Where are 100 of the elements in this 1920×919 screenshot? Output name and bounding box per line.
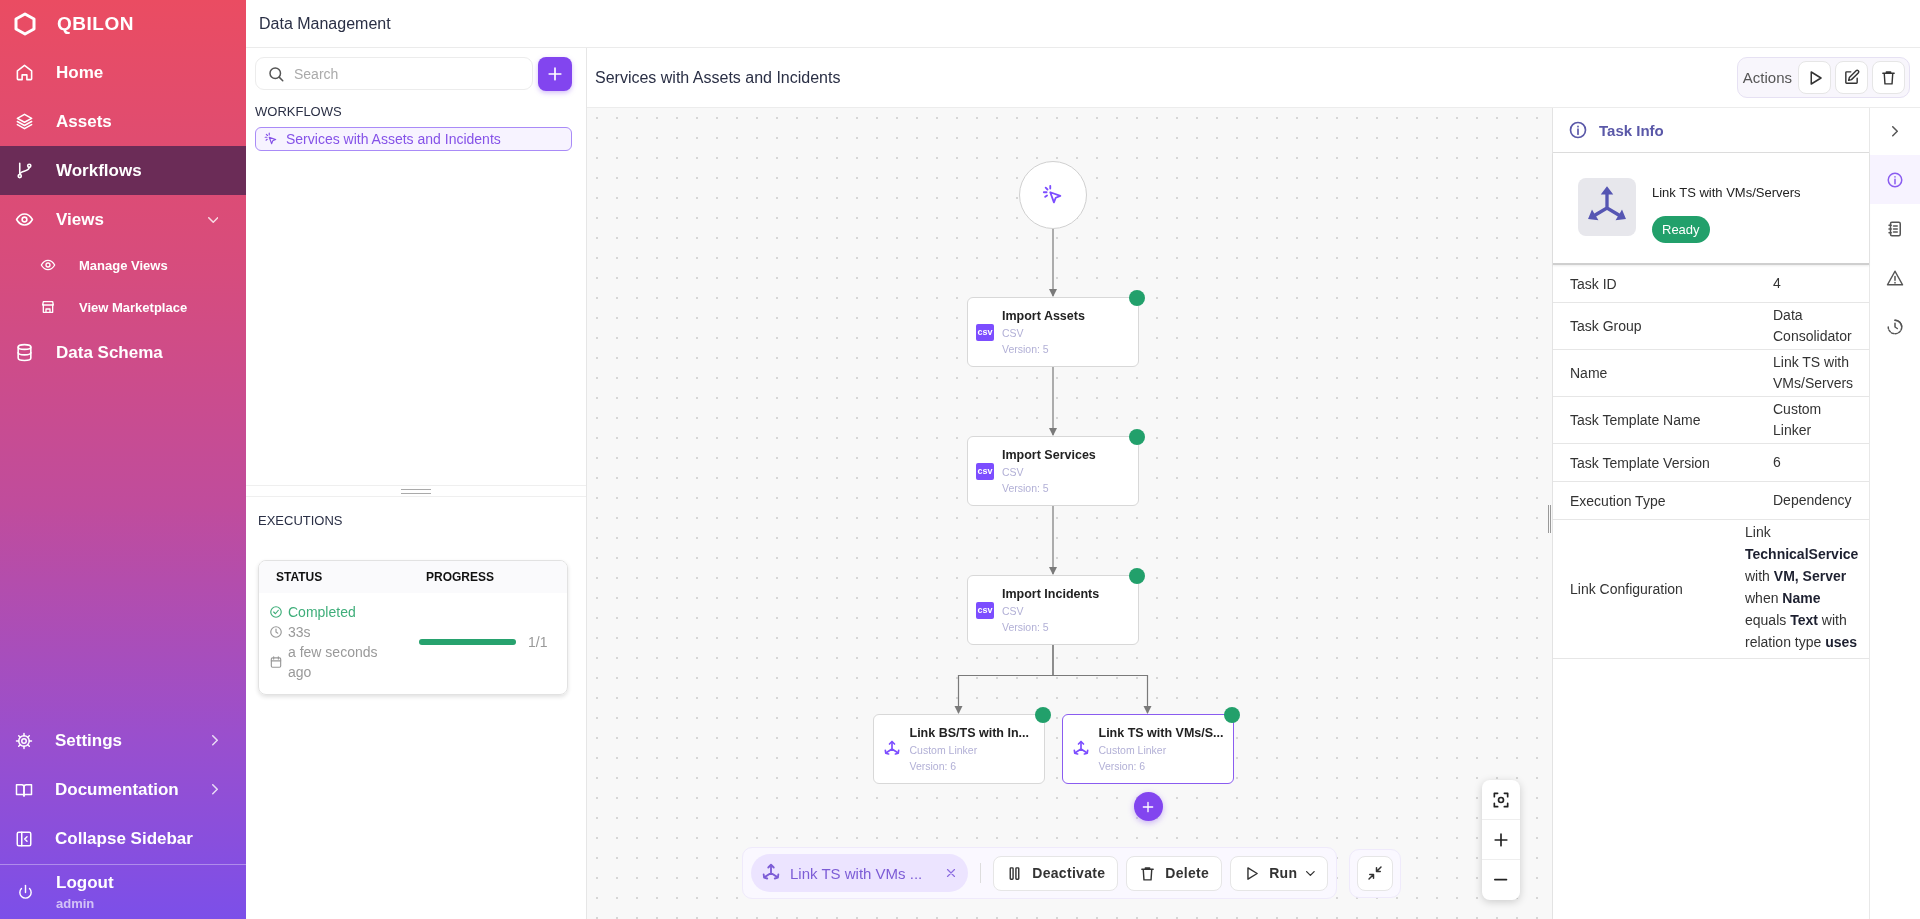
task-node[interactable]: Link BS/TS with In... Custom Linker Version: 6	[872, 714, 1045, 784]
info-icon	[1886, 170, 1904, 189]
section-title: EXECUTIONS	[258, 513, 344, 528]
node-title: Import Assets	[1002, 309, 1085, 323]
nav-subitem[interactable]: View Marketplace	[0, 286, 246, 328]
page-title: Data Management	[259, 14, 391, 33]
add-button[interactable]	[538, 57, 572, 91]
field-label: Task Template Version	[1569, 454, 1711, 471]
trash-icon	[1139, 864, 1157, 882]
gear-icon	[15, 731, 33, 750]
node-version: Version: 5	[1002, 482, 1050, 494]
toolbar-button[interactable]: Deactivate	[993, 855, 1119, 891]
workflow-title: Services with Assets and Incidents	[595, 68, 842, 87]
task-node[interactable]: csv Import Services CSV Version: 5	[967, 436, 1139, 506]
nav-item[interactable]: Documentation	[0, 765, 246, 814]
nav-item[interactable]: Views	[0, 195, 246, 244]
field-label: Task ID	[1569, 275, 1618, 292]
field-label: Execution Type	[1569, 492, 1667, 509]
progress-text: 1/1	[528, 634, 548, 650]
node-title: Link BS/TS with In...	[909, 726, 1029, 740]
time-text: a few seconds ago	[288, 643, 379, 682]
check-circle-icon	[269, 605, 283, 619]
field-value: Link TS with VMs/Servers	[1772, 353, 1855, 393]
chevron-icon	[207, 216, 218, 223]
search-icon	[267, 65, 285, 83]
click-icon	[264, 132, 278, 146]
edit-icon	[1843, 69, 1860, 86]
field-label: Name	[1569, 365, 1609, 381]
workflow-item[interactable]: Services with Assets and Incidents	[255, 127, 572, 151]
shrink-icon	[1366, 864, 1384, 882]
layers-icon	[15, 112, 34, 131]
edit-button[interactable]	[1835, 61, 1868, 94]
field-value: Link TechnicalService with VM, Server when Name equals Text with relation type uses	[1745, 523, 1860, 652]
status-text: Completed	[288, 603, 356, 622]
node-type: CSV	[1002, 327, 1025, 339]
column-header: STATUS	[276, 570, 324, 584]
node-type: CSV	[1002, 466, 1025, 478]
connector-arrow	[1049, 366, 1057, 436]
three-arrows-icon	[1578, 178, 1636, 236]
field-value: Custom Linker	[1772, 400, 1823, 440]
nav-item[interactable]: Workflows	[0, 146, 246, 195]
node-version: Version: 6	[1098, 760, 1147, 772]
task-name: Link TS with VMs/Servers	[1652, 185, 1801, 200]
eye-icon	[15, 210, 34, 229]
minus-icon	[1494, 878, 1508, 882]
toolbar-button[interactable]: Run	[1230, 855, 1328, 891]
csv-badge: csv	[976, 601, 994, 619]
add-node-button[interactable]	[1133, 792, 1163, 821]
selection-chip[interactable]: Link TS with VMs ...	[751, 854, 969, 892]
nav-item[interactable]: Collapse Sidebar	[0, 814, 246, 863]
power-icon	[17, 883, 34, 901]
warning-icon	[1886, 268, 1904, 287]
notebook-icon	[1886, 219, 1904, 238]
field-value: Data Consolidator	[1772, 306, 1853, 346]
actions-label: Actions	[1742, 69, 1792, 86]
caret-icon	[1306, 870, 1315, 876]
node-version: Version: 6	[909, 760, 958, 772]
history-icon	[1886, 317, 1904, 336]
delete-button[interactable]	[1872, 61, 1905, 94]
home-icon	[15, 63, 34, 82]
node-version: Version: 5	[1002, 343, 1050, 355]
field-value: 6	[1772, 453, 1782, 472]
logout-link[interactable]: Logout	[56, 873, 114, 893]
field-label: Task Template Name	[1569, 412, 1702, 428]
status-badge: Ready	[1652, 216, 1710, 243]
node-type: CSV	[1002, 605, 1025, 617]
node-type: Custom Linker	[1098, 744, 1168, 756]
info-icon	[1568, 120, 1588, 140]
chevron-icon	[212, 784, 218, 795]
field-value: 4	[1772, 274, 1782, 293]
task-node[interactable]: csv Import Assets CSV Version: 5	[967, 297, 1139, 367]
store-icon	[40, 299, 56, 315]
search-field[interactable]: Search	[255, 57, 533, 90]
shrink-button[interactable]	[1357, 855, 1393, 891]
chevron-icon	[1892, 126, 1898, 137]
database-icon	[15, 343, 34, 362]
nav-item[interactable]: Data Schema	[0, 328, 246, 377]
nav-item[interactable]: Home	[0, 48, 246, 97]
column-header: PROGRESS	[426, 570, 495, 584]
task-node[interactable]: Link TS with VMs/S... Custom Linker Version: 6	[1061, 714, 1234, 784]
field-value: Dependency	[1772, 491, 1853, 510]
panel-tab[interactable]	[1870, 155, 1920, 204]
field-label: Task Group	[1569, 318, 1643, 334]
trash-icon	[1880, 69, 1897, 86]
chevron-icon	[212, 735, 218, 746]
section-title: WORKFLOWS	[255, 104, 343, 119]
node-title: Import Incidents	[1002, 587, 1100, 601]
csv-badge: csv	[976, 462, 994, 480]
calendar-icon	[269, 655, 283, 669]
nav-subitem[interactable]: Manage Views	[0, 244, 246, 286]
task-node[interactable]: csv Import Incidents CSV Version: 5	[967, 575, 1139, 645]
panel-title: Task Info	[1599, 121, 1664, 139]
nav-item[interactable]: Assets	[0, 97, 246, 146]
sidebar-collapse-icon	[15, 829, 33, 848]
click-icon	[1042, 184, 1064, 206]
toolbar-button[interactable]: Delete	[1126, 855, 1223, 891]
run-button[interactable]	[1798, 61, 1831, 94]
node-version: Version: 5	[1002, 621, 1050, 633]
nav-item[interactable]: Settings	[0, 716, 246, 765]
node-title: Link TS with VMs/S...	[1098, 726, 1224, 740]
